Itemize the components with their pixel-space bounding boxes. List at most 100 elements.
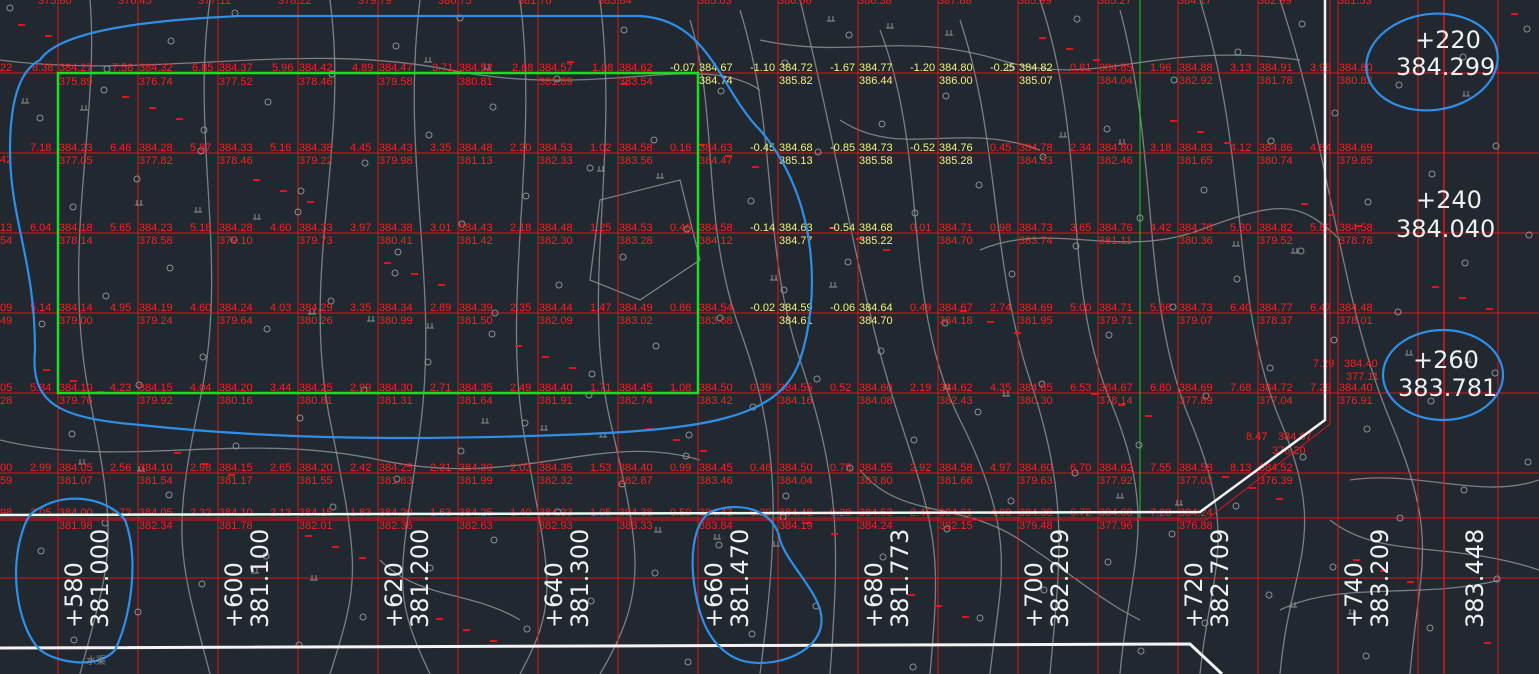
design-elevation: 384.40 (619, 462, 653, 474)
elevation-tick-mark (384, 262, 391, 264)
station-elevation: 381.000 (86, 529, 114, 628)
station-elevation: 384.299 (1396, 53, 1495, 81)
natural-elevation: 377.82 (139, 155, 173, 167)
station-number: +620 (380, 562, 408, 628)
design-elevation: 384.53 (539, 142, 573, 154)
cut-fill-depth: 4.35 (990, 382, 1011, 394)
cut-fill-depth: 3.97 (350, 222, 371, 234)
cut-fill-depth: 8.13 (1230, 462, 1251, 474)
cut-fill-depth: 5.00 (1070, 302, 1091, 314)
cut-fill-depth: 5.18 (190, 222, 211, 234)
natural-elevation: 378.01 (1339, 315, 1373, 327)
design-elevation: 384.24 (219, 302, 253, 314)
natural-elevation: 381.78 (1259, 75, 1293, 87)
station-elevation: 381.470 (726, 529, 754, 628)
cut-fill-depth: 5.87 (190, 142, 211, 154)
natural-elevation: 384.70 (859, 315, 893, 327)
natural-elevation: 382.01 (299, 520, 333, 532)
cut-fill-depth: 6.46 (110, 142, 131, 154)
natural-elevation: 383.28 (619, 235, 653, 247)
cut-fill-depth: -0.54 (830, 222, 855, 234)
station-number: +600 (220, 562, 248, 628)
natural-elevation: 383.56 (619, 155, 653, 167)
design-elevation: 384.78 (1179, 222, 1213, 234)
natural-elevation: 379.24 (139, 315, 173, 327)
elevation-tick-mark (1197, 131, 1204, 133)
station-number: +260 (1413, 346, 1479, 374)
design-elevation: 384.69 (1179, 382, 1213, 394)
station-number: +660 (700, 562, 728, 628)
elevation-tick-mark (1093, 59, 1100, 61)
cut-fill-depth: 4.03 (270, 302, 291, 314)
edge-label: 00 (0, 462, 12, 474)
cut-fill-depth: 0.98 (990, 222, 1011, 234)
design-elevation: 384.88 (1179, 62, 1213, 74)
design-elevation: 384.58 (619, 142, 653, 154)
cut-fill-depth: 1.25 (590, 222, 611, 234)
design-elevation: 384.58 (1179, 462, 1213, 474)
natural-elevation: 382.87 (619, 475, 653, 487)
natural-elevation: 384.70 (939, 235, 973, 247)
cut-fill-depth: 2.98 (190, 462, 211, 474)
cut-fill-depth: 3.35 (350, 302, 371, 314)
station-number: +220 (1415, 26, 1481, 54)
design-elevation: 384.68 (779, 142, 813, 154)
design-elevation: 384.34 (379, 302, 413, 314)
cut-fill-depth: 1.96 (1150, 62, 1171, 74)
natural-elevation: 381.89 (539, 76, 573, 88)
design-elevation: 384.65 (1019, 382, 1053, 394)
design-elevation: 384.67 (939, 302, 973, 314)
elevation-tick-mark (307, 201, 314, 203)
elevation-label-extra: 384.40 (1344, 358, 1378, 370)
cut-fill-depth: 0.01 (910, 222, 931, 234)
station-elevation: 382.709 (1206, 529, 1234, 628)
design-elevation: 384.73 (1019, 222, 1053, 234)
elevation-label-partial: 375.80 (38, 0, 72, 7)
cut-fill-depth: 6.53 (1070, 382, 1091, 394)
natural-elevation: 382.32 (539, 475, 573, 487)
design-elevation: 384.23 (139, 222, 173, 234)
design-elevation: 384.64 (859, 302, 893, 314)
elevation-tick-mark (883, 249, 890, 251)
natural-elevation: 382.43 (939, 395, 973, 407)
natural-elevation: 379.98 (379, 155, 413, 167)
design-elevation: 384.67 (1099, 382, 1133, 394)
elevation-tick-mark (1066, 48, 1073, 50)
natural-elevation: 381.17 (219, 475, 253, 487)
natural-elevation: 384.12 (699, 235, 733, 247)
design-elevation: 384.68 (859, 222, 893, 234)
natural-elevation: 382.92 (1179, 75, 1213, 87)
cut-fill-depth: -0.52 (910, 142, 935, 154)
design-elevation: 384.60 (859, 382, 893, 394)
elevation-tick-mark (1486, 308, 1493, 310)
elevation-tick-mark (359, 557, 366, 559)
elevation-tick-mark (174, 452, 181, 454)
cut-fill-depth: 6.70 (1070, 462, 1091, 474)
cut-fill-depth: 7.55 (1150, 462, 1171, 474)
design-elevation: 384.76 (939, 142, 973, 154)
cut-fill-depth: 2.20 (510, 142, 531, 154)
natural-elevation: 379.71 (1099, 315, 1133, 327)
elevation-tick-mark (122, 96, 129, 98)
edge-label: 22 (0, 62, 12, 74)
elevation-label-extra: 377.11 (1346, 371, 1379, 383)
natural-elevation: 377.05 (59, 155, 93, 167)
elevation-tick-mark (1276, 498, 1283, 500)
natural-elevation: 381.66 (939, 475, 973, 487)
natural-elevation: 383.68 (699, 315, 733, 327)
elevation-tick-mark (280, 190, 287, 192)
natural-elevation: 375.89 (59, 76, 93, 88)
natural-elevation: 379.92 (139, 395, 173, 407)
natural-elevation: 378.14 (1099, 395, 1133, 407)
design-elevation: 384.45 (699, 462, 733, 474)
edge-label: 59 (0, 475, 12, 487)
elevation-tick-mark (987, 321, 994, 323)
natural-elevation: 378.37 (1259, 315, 1293, 327)
cut-fill-depth: 1.47 (590, 302, 611, 314)
elevation-label-partial: 377.11 (198, 0, 231, 7)
elevation-tick-mark (1039, 37, 1046, 39)
elevation-tick-mark (436, 618, 443, 620)
natural-elevation: 377.89 (1179, 395, 1213, 407)
natural-elevation: 383.02 (619, 315, 653, 327)
natural-elevation: 380.74 (1259, 155, 1293, 167)
